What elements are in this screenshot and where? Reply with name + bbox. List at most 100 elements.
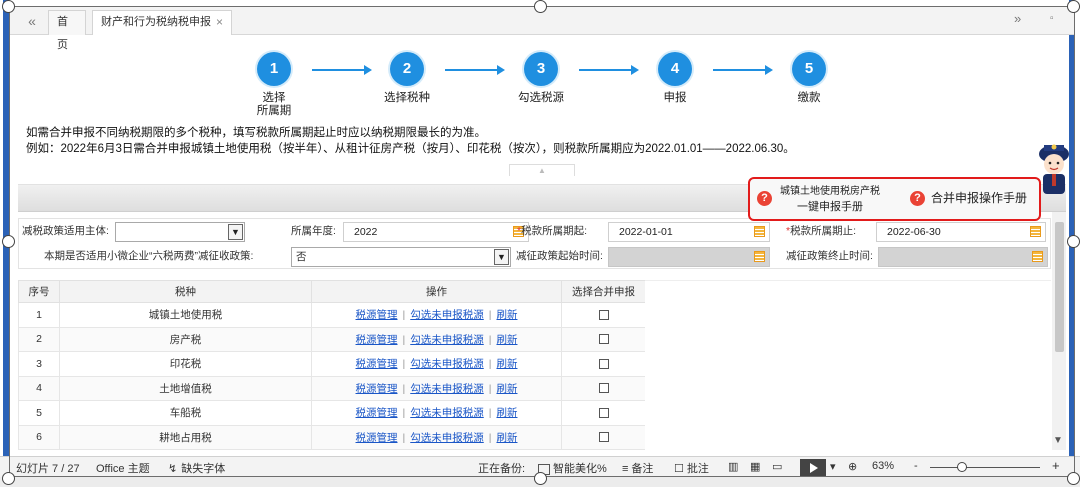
select-unfiled-source-link[interactable]: 勾选未申报税源 <box>410 309 484 321</box>
row-actions: 税源管理 | 勾选未申报税源 | 刷新 <box>311 400 562 426</box>
zoom-slider-track[interactable] <box>930 467 1040 468</box>
six-tax-value: 否 <box>296 251 307 263</box>
tax-type-name: 土地增值税 <box>59 375 312 401</box>
normal-view-icon[interactable]: ▥ <box>728 460 738 473</box>
step-2-circle: 2 <box>390 52 424 86</box>
filing-form: 减税政策适用主体: ▼ 所属年度: 2022 *税款所属期起: 2022-01-… <box>18 218 1051 269</box>
calendar-icon[interactable] <box>1030 226 1041 237</box>
resize-handle-bottom[interactable] <box>534 472 547 485</box>
smart-beautify-button[interactable]: 智能美化% <box>538 460 607 476</box>
select-unfiled-source-link[interactable]: 勾选未申报税源 <box>410 383 484 395</box>
missing-font-icon: ↯ <box>168 463 178 475</box>
row-number: 5 <box>18 400 60 426</box>
scrollbar-thumb[interactable] <box>1055 222 1064 352</box>
select-unfiled-source-link[interactable]: 勾选未申报税源 <box>410 358 484 370</box>
refresh-link[interactable]: 刷新 <box>496 358 517 370</box>
vertical-scrollbar[interactable]: ▼ <box>1052 212 1066 450</box>
beautify-label: 智能美化% <box>553 463 607 475</box>
year-input[interactable]: 2022 <box>343 222 529 242</box>
row-actions: 税源管理 | 勾选未申报税源 | 刷新 <box>311 302 562 328</box>
merge-checkbox[interactable] <box>598 309 609 320</box>
resize-handle-right[interactable] <box>1067 235 1080 248</box>
help-icon: ? <box>757 191 772 206</box>
resize-handle-top-left[interactable] <box>2 0 15 13</box>
zoom-out-button[interactable]: - <box>914 460 918 472</box>
merge-checkbox[interactable] <box>598 407 609 418</box>
step-5-circle: 5 <box>792 52 826 86</box>
resize-handle-top-right[interactable] <box>1067 0 1080 13</box>
step-4-label: 申报 <box>663 92 687 104</box>
merge-checkbox[interactable] <box>598 358 609 369</box>
reading-view-icon[interactable]: ▭ <box>772 460 782 473</box>
period-start-label: *税款所属期起: <box>517 219 587 243</box>
zoom-slider-thumb[interactable] <box>957 462 967 472</box>
tab-scroll-left-button[interactable]: « <box>20 11 44 31</box>
zoom-in-button[interactable]: + <box>1052 458 1060 473</box>
tax-type-name: 印花税 <box>59 351 312 377</box>
action-separator: | <box>488 407 492 420</box>
resize-handle-bottom-left[interactable] <box>2 472 15 485</box>
backup-status: 正在备份: <box>478 463 526 475</box>
tab-property-tax-filing[interactable]: 财产和行为税纳税申报 × <box>92 10 232 35</box>
action-separator: | <box>402 333 406 346</box>
restore-window-icon[interactable]: ▫ <box>1050 13 1054 24</box>
merge-checkbox[interactable] <box>598 432 609 443</box>
scroll-down-icon[interactable]: ▼ <box>1053 435 1063 446</box>
period-end-value: 2022-06-30 <box>887 226 941 238</box>
notes-icon: ≡ <box>622 463 629 475</box>
collapse-toggle-button[interactable]: ▲ <box>509 164 575 176</box>
refresh-link[interactable]: 刷新 <box>496 383 517 395</box>
resize-handle-bottom-right[interactable] <box>1067 472 1080 485</box>
subject-select[interactable]: ▼ <box>115 222 245 242</box>
six-tax-select[interactable]: 否 ▼ <box>291 247 511 267</box>
resize-handle-top[interactable] <box>534 0 547 13</box>
tax-source-manage-link[interactable]: 税源管理 <box>356 407 398 419</box>
calendar-icon <box>1032 251 1043 262</box>
tax-source-manage-link[interactable]: 税源管理 <box>356 334 398 346</box>
refresh-link[interactable]: 刷新 <box>496 309 517 321</box>
merge-checkbox[interactable] <box>598 334 609 345</box>
tab-close-icon[interactable]: × <box>216 11 223 34</box>
select-unfiled-source-link[interactable]: 勾选未申报税源 <box>410 407 484 419</box>
action-separator: | <box>402 309 406 322</box>
select-unfiled-source-link[interactable]: 勾选未申报税源 <box>410 334 484 346</box>
play-options-chevron-icon[interactable]: ▾ <box>830 460 836 473</box>
table-row: 5 车船税 税源管理 | 勾选未申报税源 | 刷新 <box>18 400 646 426</box>
subject-label: 减税政策适用主体: <box>22 225 109 237</box>
tax-source-manage-link[interactable]: 税源管理 <box>356 358 398 370</box>
merge-checkbox[interactable] <box>598 383 609 394</box>
comments-button[interactable]: ☐ 批注 <box>674 460 709 476</box>
tax-type-table: 序号 税种 操作 选择合并申报 1 城镇土地使用税 税源管理 | 勾选未申报税源 | 刷新 2… <box>18 280 646 450</box>
notes-button[interactable]: ≡ 备注 <box>622 460 653 476</box>
slide-sorter-icon[interactable]: ▦ <box>750 460 760 473</box>
period-start-input[interactable]: 2022-01-01 <box>608 222 770 242</box>
missing-font-button[interactable]: ↯ 缺失字体 <box>168 460 225 476</box>
theme-name[interactable]: Office 主题 <box>96 460 150 476</box>
merge-select-cell <box>561 351 646 377</box>
tax-type-name: 房产税 <box>59 326 312 352</box>
help-icon: ? <box>910 191 925 206</box>
resize-handle-left[interactable] <box>2 235 15 248</box>
fit-slide-icon[interactable]: ⊕ <box>848 460 857 473</box>
play-slideshow-button[interactable] <box>800 459 826 476</box>
comment-icon: ☐ <box>674 463 684 475</box>
period-end-input[interactable]: 2022-06-30 <box>876 222 1046 242</box>
zoom-level[interactable]: 63% <box>872 460 894 472</box>
refresh-link[interactable]: 刷新 <box>496 334 517 346</box>
merge-filing-manual-button[interactable]: ? 合并申报操作手册 <box>905 184 1035 214</box>
tab-home[interactable]: 首页 <box>48 10 86 51</box>
comments-label: 批注 <box>686 463 709 475</box>
calendar-icon[interactable] <box>754 226 765 237</box>
tax-source-manage-link[interactable]: 税源管理 <box>356 383 398 395</box>
row-actions: 税源管理 | 勾选未申报税源 | 刷新 <box>311 424 562 450</box>
tax-source-manage-link[interactable]: 税源管理 <box>356 432 398 444</box>
tab-scroll-right-button[interactable]: » <box>1014 11 1021 26</box>
refresh-link[interactable]: 刷新 <box>496 432 517 444</box>
refresh-link[interactable]: 刷新 <box>496 407 517 419</box>
select-unfiled-source-link[interactable]: 勾选未申报税源 <box>410 432 484 444</box>
row-number: 2 <box>18 326 60 352</box>
tax-type-name: 车船税 <box>59 400 312 426</box>
merge-example-note: 例如：2022年6月3日需合并申报城镇土地使用税（按半年）、从租计征房产税（按月… <box>26 143 795 155</box>
tax-source-manage-link[interactable]: 税源管理 <box>356 309 398 321</box>
one-click-filing-manual-button[interactable]: ? 城镇土地使用税房产税 一键申报手册 <box>750 184 880 214</box>
